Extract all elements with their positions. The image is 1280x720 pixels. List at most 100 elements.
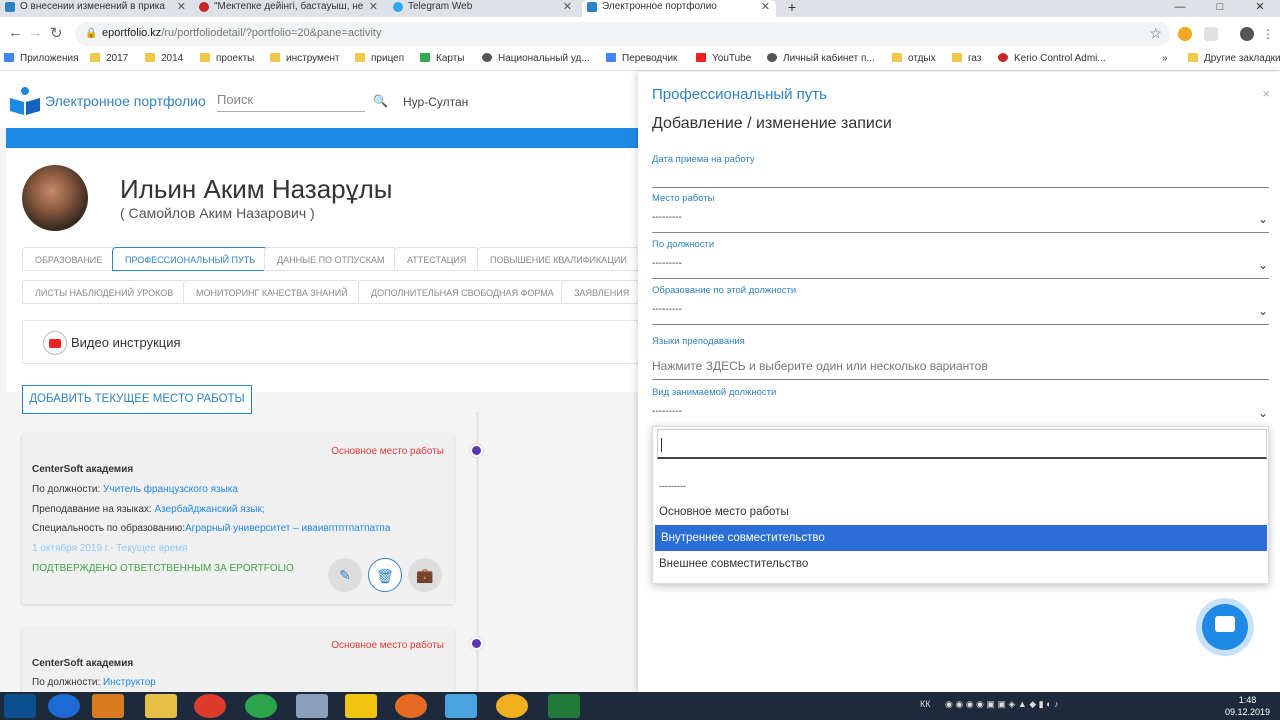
chevron-down-icon[interactable]: ⌄ bbox=[1258, 406, 1268, 420]
ie-icon[interactable] bbox=[48, 694, 80, 718]
workplace-select[interactable]: --------- bbox=[652, 212, 682, 223]
profile-avatar-icon[interactable] bbox=[1240, 27, 1254, 41]
address-bar[interactable]: 🔒 eportfolio.kz/ru/portfoliodetail/?port… bbox=[75, 22, 1170, 46]
bookmark-folder[interactable]: 2014 bbox=[145, 53, 183, 64]
bookmarks-overflow-icon[interactable]: » bbox=[1162, 53, 1168, 64]
bookmark-maps[interactable]: Карты bbox=[420, 53, 465, 64]
dropdown-option[interactable]: --------- bbox=[653, 473, 1270, 499]
job-position-link[interactable]: Инструктор bbox=[103, 677, 156, 688]
job-specialty-link[interactable]: Аграрный университет – иваивптптпатпатпа bbox=[185, 523, 390, 534]
tab-attestation[interactable]: АТТЕСТАЦИЯ bbox=[394, 247, 480, 271]
bookmark-folder[interactable]: прицеп bbox=[355, 53, 404, 64]
search-icon[interactable]: 🔍 bbox=[373, 94, 388, 108]
chrome-icon[interactable] bbox=[194, 694, 226, 718]
dropdown-option[interactable]: Внешнее совместительство bbox=[653, 551, 1270, 577]
tab-vacations[interactable]: ДАННЫЕ ПО ОТПУСКАМ bbox=[264, 247, 398, 271]
tab-professional-path[interactable]: ПРОФЕССИОНАЛЬНЫЙ ПУТЬ bbox=[112, 247, 269, 271]
app-icon[interactable] bbox=[445, 694, 477, 718]
timeline-dot bbox=[470, 444, 483, 457]
chevron-down-icon[interactable]: ⌄ bbox=[1258, 304, 1268, 318]
languages-multiselect[interactable]: Нажмите ЗДЕСЬ и выберите один или нескол… bbox=[652, 359, 988, 373]
bookmark-other[interactable]: Другие закладки bbox=[1188, 53, 1280, 64]
tray-icons[interactable]: ◉ ◉ ◉ ◉ ▣ ▣ ◈ ▲ ◆ ▮ ◐ ♪ bbox=[945, 699, 1059, 710]
close-icon[interactable]: ✕ bbox=[177, 0, 186, 14]
bookmark-kerio[interactable]: Kerio Control Admi... bbox=[998, 53, 1106, 64]
close-icon[interactable]: ✕ bbox=[369, 0, 378, 14]
dropdown-search-input[interactable] bbox=[657, 429, 1267, 459]
bookmark-folder[interactable]: проекты bbox=[200, 53, 254, 64]
minimize-button[interactable]: — bbox=[1160, 0, 1200, 17]
bookmark-folder[interactable]: газ bbox=[952, 53, 981, 64]
briefcase-button[interactable]: 💼 bbox=[408, 558, 442, 592]
language-indicator[interactable]: КК bbox=[920, 699, 931, 709]
search-input[interactable]: Поиск bbox=[217, 92, 365, 112]
tab-free-form[interactable]: ДОПОЛНИТЕЛЬНАЯ СВОБОДНАЯ ФОРМА bbox=[358, 280, 567, 304]
bookmark-link[interactable]: Личный кабинет п... bbox=[767, 53, 875, 64]
chevron-down-icon[interactable]: ⌄ bbox=[1258, 212, 1268, 226]
browser-tab-4[interactable]: Электронное портфолио ✕ bbox=[582, 0, 776, 17]
clock[interactable]: 1:48 09.12.2019 bbox=[1225, 694, 1270, 718]
tab-education[interactable]: ОБРАЗОВАНИЕ bbox=[22, 247, 116, 271]
close-window-button[interactable]: ✕ bbox=[1240, 0, 1280, 17]
close-icon[interactable]: ✕ bbox=[761, 0, 770, 14]
video-instruction[interactable]: Видео инструкция bbox=[22, 320, 640, 364]
delete-button[interactable]: 🗑 bbox=[368, 558, 402, 592]
close-icon[interactable]: ✕ bbox=[563, 0, 572, 14]
bookmark-apps[interactable]: Приложения bbox=[4, 53, 79, 64]
maximize-button[interactable]: □ bbox=[1200, 0, 1240, 17]
clock-date: 09.12.2019 bbox=[1225, 707, 1271, 717]
firefox-icon[interactable] bbox=[395, 694, 427, 718]
bookmark-folder[interactable]: 2017 bbox=[90, 53, 128, 64]
position-select[interactable]: --------- bbox=[652, 258, 682, 269]
browser-tab-2[interactable]: "Мектепке дейінгі, бастауыш, не ✕ bbox=[194, 0, 384, 17]
tab-qualification[interactable]: ПОВЫШЕНИЕ КВАЛИФИКАЦИИ bbox=[477, 247, 640, 271]
site-brand[interactable]: Электронное портфолио bbox=[45, 93, 206, 109]
job-languages-link[interactable]: Азербайджанский язык; bbox=[154, 504, 264, 515]
chevron-down-icon[interactable]: ⌄ bbox=[1258, 258, 1268, 272]
bookmark-link[interactable]: Национальный уд... bbox=[482, 53, 590, 64]
city-label[interactable]: Нур-Султан bbox=[403, 95, 468, 109]
explorer-icon[interactable] bbox=[145, 694, 177, 718]
pdf-extension-icon[interactable] bbox=[1204, 27, 1218, 41]
reload-icon[interactable]: ↻ bbox=[50, 24, 63, 42]
bookmark-translate[interactable]: Переводчик bbox=[606, 53, 677, 64]
job-position-link[interactable]: Учитель французского языка bbox=[103, 484, 238, 495]
dropdown-option[interactable]: Основное место работы bbox=[653, 499, 1270, 525]
media-player-icon[interactable] bbox=[92, 694, 124, 718]
dropdown-option-selected[interactable]: Внутреннее совместительство bbox=[655, 525, 1267, 551]
back-arrow-icon[interactable]: ← bbox=[8, 24, 23, 41]
book-logo-icon[interactable] bbox=[8, 86, 42, 116]
position-label: По должности bbox=[652, 239, 715, 250]
close-icon[interactable]: × bbox=[1262, 86, 1270, 101]
add-current-workplace-button[interactable]: ДОБАВИТЬ ТЕКУЩЕЕ МЕСТО РАБОТЫ bbox=[22, 385, 252, 414]
bookmark-folder[interactable]: инструмент bbox=[270, 53, 340, 64]
tab-quality-monitoring[interactable]: МОНИТОРИНГ КАЧЕСТВА ЗНАНИЙ bbox=[183, 280, 361, 304]
edit-button[interactable]: ✎ bbox=[328, 558, 362, 592]
hire-date-field[interactable] bbox=[652, 187, 1269, 188]
mail-icon[interactable] bbox=[245, 694, 277, 718]
telegram-icon bbox=[393, 2, 403, 12]
tab-applications[interactable]: ЗАЯВЛЕНИЯ bbox=[561, 280, 643, 304]
extension-icon[interactable] bbox=[1178, 27, 1192, 41]
browser-tab-1[interactable]: О внесении изменений в прика ✕ bbox=[0, 0, 192, 17]
forward-arrow-icon[interactable]: → bbox=[28, 24, 43, 41]
bookmark-youtube[interactable]: YouTube bbox=[696, 53, 751, 64]
hire-date-label: Дата приема на работу bbox=[652, 154, 755, 165]
timeline-dot bbox=[470, 637, 483, 650]
start-icon[interactable] bbox=[4, 694, 36, 718]
job-card: Основное место работы CenterSoft академи… bbox=[22, 434, 454, 604]
excel-icon[interactable] bbox=[548, 694, 580, 718]
chat-button[interactable] bbox=[1202, 604, 1248, 650]
new-tab-button[interactable]: + bbox=[782, 0, 802, 17]
bookmark-star-icon[interactable]: ☆ bbox=[1149, 25, 1162, 42]
job-card: Основное место работы CenterSoft академи… bbox=[22, 628, 454, 698]
calculator-icon[interactable] bbox=[296, 694, 328, 718]
menu-dots-icon[interactable]: ⋮ bbox=[1262, 27, 1274, 41]
education-select[interactable]: --------- bbox=[652, 304, 682, 315]
app-icon[interactable] bbox=[345, 694, 377, 718]
position-type-select[interactable]: --------- bbox=[652, 406, 682, 417]
1c-icon[interactable] bbox=[496, 694, 528, 718]
bookmark-folder[interactable]: отдых bbox=[892, 53, 936, 64]
tab-lesson-observations[interactable]: ЛИСТЫ НАБЛЮДЕНИЙ УРОКОВ bbox=[22, 280, 187, 304]
browser-tab-3[interactable]: Telegram Web ✕ bbox=[388, 0, 578, 17]
